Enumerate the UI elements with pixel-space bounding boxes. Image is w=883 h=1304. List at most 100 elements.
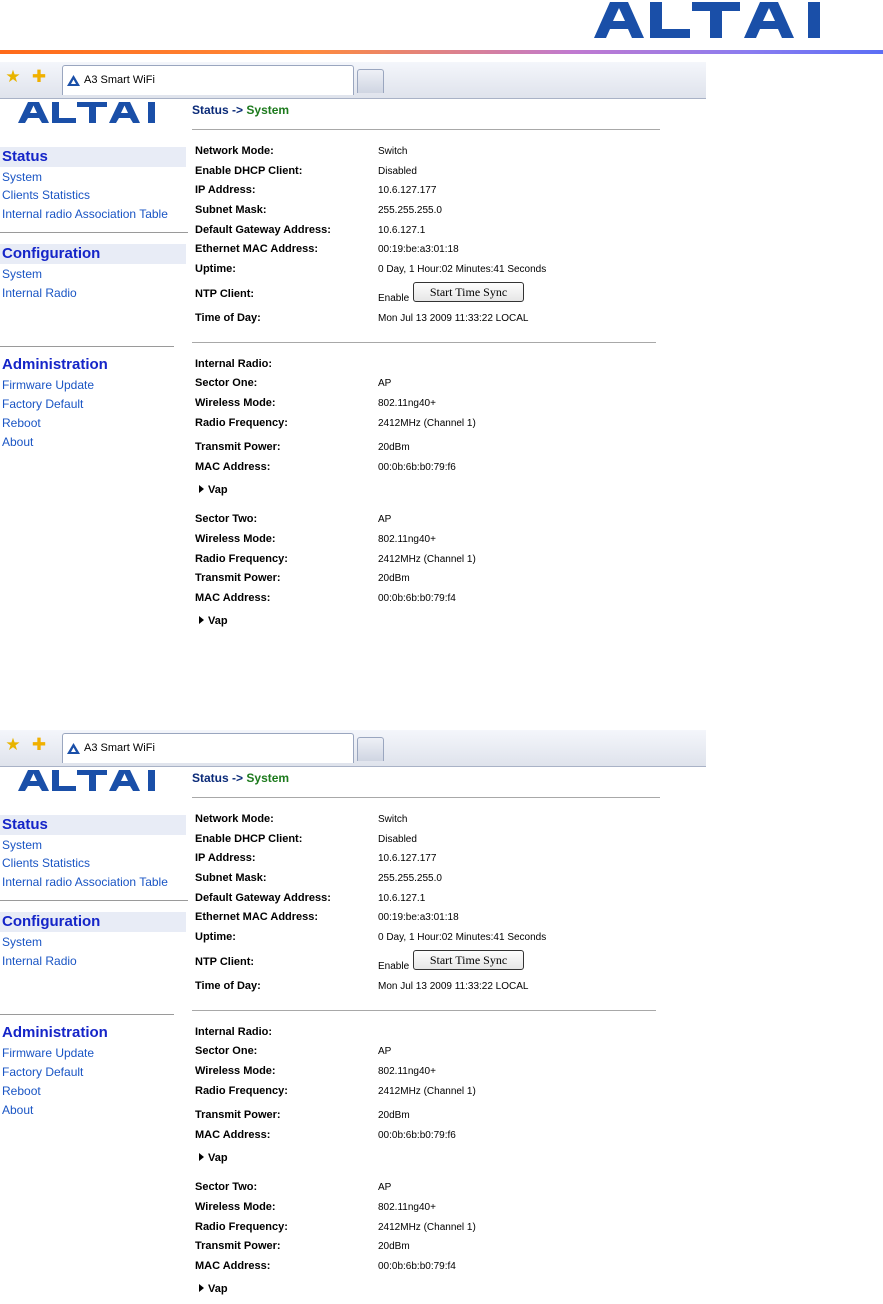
tab-title: A3 Smart WiFi xyxy=(84,742,155,754)
subnet-mask-value: 255.255.255.0 xyxy=(378,873,442,884)
wireless-mode-value: 802.11ng40+ xyxy=(378,1202,436,1213)
internal-radio-heading: Internal Radio: xyxy=(195,1026,273,1038)
sidebar-item-internal-radio[interactable]: Internal Radio xyxy=(2,954,77,968)
gateway-value: 10.6.127.1 xyxy=(378,893,426,904)
transmit-power-value: 20dBm xyxy=(378,1110,410,1121)
breadcrumb: Status -> System xyxy=(192,771,289,785)
altai-favicon-icon xyxy=(67,743,80,754)
expand-arrow-icon xyxy=(199,485,204,493)
ip-address-value: 10.6.127.177 xyxy=(378,185,437,196)
start-time-sync-button[interactable]: Start Time Sync xyxy=(413,950,524,970)
sidebar-item-status-system[interactable]: System xyxy=(2,170,42,184)
transmit-power-value: 20dBm xyxy=(378,1241,410,1252)
new-tab-button[interactable] xyxy=(357,69,384,93)
vap-label: Vap xyxy=(208,484,228,496)
sidebar-item-clients-statistics[interactable]: Clients Statistics xyxy=(2,188,90,202)
sidebar-item-firmware-update[interactable]: Firmware Update xyxy=(2,1046,94,1060)
add-favorite-icon[interactable]: ✚ xyxy=(30,736,48,754)
sidebar-item-firmware-update[interactable]: Firmware Update xyxy=(2,378,94,392)
internal-radio-heading: Internal Radio: xyxy=(195,358,273,370)
sidebar-item-about[interactable]: About xyxy=(2,435,33,449)
vap-expander[interactable]: Vap xyxy=(199,615,228,627)
time-of-day-value: Mon Jul 13 2009 11:33:22 LOCAL xyxy=(378,313,529,324)
sidebar-heading-status: Status xyxy=(0,815,186,835)
gateway-label: Default Gateway Address: xyxy=(195,892,331,904)
content-divider xyxy=(192,129,660,130)
vap-label: Vap xyxy=(208,1152,228,1164)
sidebar-item-internal-radio[interactable]: Internal Radio xyxy=(2,286,77,300)
ethernet-mac-label: Ethernet MAC Address: xyxy=(195,911,319,923)
altai-document-logo xyxy=(594,2,820,38)
sidebar-item-about[interactable]: About xyxy=(2,1103,33,1117)
sidebar-divider xyxy=(0,900,188,901)
expand-arrow-icon xyxy=(199,1153,204,1161)
wireless-mode-value: 802.11ng40+ xyxy=(378,1066,436,1077)
radio-frequency-value: 2412MHz (Channel 1) xyxy=(378,1086,476,1097)
transmit-power-label: Transmit Power: xyxy=(195,441,281,453)
content-divider xyxy=(192,797,660,798)
time-of-day-label: Time of Day: xyxy=(195,312,261,324)
new-tab-button[interactable] xyxy=(357,737,384,761)
dhcp-client-label: Enable DHCP Client: xyxy=(195,165,303,177)
sidebar-item-association-table[interactable]: Internal radio Association Table xyxy=(2,875,168,889)
breadcrumb: Status -> System xyxy=(192,103,289,117)
ntp-client-value: Enable xyxy=(378,293,410,304)
mac-address-value: 00:0b:6b:b0:79:f6 xyxy=(378,462,456,473)
ethernet-mac-label: Ethernet MAC Address: xyxy=(195,243,319,255)
mac-address-label: MAC Address: xyxy=(195,1129,271,1141)
ip-address-value: 10.6.127.177 xyxy=(378,853,437,864)
sector-two-label: Sector Two: xyxy=(195,1181,258,1193)
altai-favicon-icon xyxy=(67,75,80,86)
sector-one-value: AP xyxy=(378,1046,392,1057)
breadcrumb-section: Status xyxy=(192,771,229,785)
breadcrumb-separator: -> xyxy=(232,771,244,785)
mac-address-label: MAC Address: xyxy=(195,461,271,473)
sidebar-heading-administration: Administration xyxy=(2,1024,108,1041)
sidebar-divider xyxy=(0,232,188,233)
start-time-sync-button[interactable]: Start Time Sync xyxy=(413,282,524,302)
browser-tab[interactable]: A3 Smart WiFi xyxy=(62,733,354,763)
network-mode-label: Network Mode: xyxy=(195,813,274,825)
browser-tab-bar: ★ ✚ A3 Smart WiFi xyxy=(0,62,706,99)
sidebar-item-status-system[interactable]: System xyxy=(2,838,42,852)
vap-label: Vap xyxy=(208,1283,228,1295)
subnet-mask-label: Subnet Mask: xyxy=(195,204,267,216)
transmit-power-label: Transmit Power: xyxy=(195,1240,281,1252)
vap-expander[interactable]: Vap xyxy=(199,484,228,496)
browser-tab-bar: ★ ✚ A3 Smart WiFi xyxy=(0,730,706,767)
sidebar-item-factory-default[interactable]: Factory Default xyxy=(2,1065,83,1079)
vap-expander[interactable]: Vap xyxy=(199,1152,228,1164)
favorites-star-icon[interactable]: ★ xyxy=(4,736,22,754)
altai-logo xyxy=(18,770,155,791)
breadcrumb-section: Status xyxy=(192,103,229,117)
radio-frequency-label: Radio Frequency: xyxy=(195,553,288,565)
sidebar-heading-administration: Administration xyxy=(2,356,108,373)
vap-expander[interactable]: Vap xyxy=(199,1283,228,1295)
dhcp-client-value: Disabled xyxy=(378,834,417,845)
radio-frequency-label: Radio Frequency: xyxy=(195,417,288,429)
uptime-label: Uptime: xyxy=(195,931,236,943)
tab-title: A3 Smart WiFi xyxy=(84,74,155,86)
expand-arrow-icon xyxy=(199,1284,204,1292)
favorites-star-icon[interactable]: ★ xyxy=(4,68,22,86)
radio-frequency-value: 2412MHz (Channel 1) xyxy=(378,554,476,565)
sidebar-item-reboot[interactable]: Reboot xyxy=(2,1084,41,1098)
radio-frequency-value: 2412MHz (Channel 1) xyxy=(378,1222,476,1233)
add-favorite-icon[interactable]: ✚ xyxy=(30,68,48,86)
sidebar-divider xyxy=(0,346,174,347)
document-header-rule xyxy=(0,50,883,54)
sidebar-item-clients-statistics[interactable]: Clients Statistics xyxy=(2,856,90,870)
mac-address-value: 00:0b:6b:b0:79:f6 xyxy=(378,1130,456,1141)
screenshot-2: ★ ✚ A3 Smart WiFi Status System Clients … xyxy=(0,730,706,1304)
sidebar-item-association-table[interactable]: Internal radio Association Table xyxy=(2,207,168,221)
wireless-mode-label: Wireless Mode: xyxy=(195,1065,276,1077)
sidebar-item-factory-default[interactable]: Factory Default xyxy=(2,397,83,411)
sidebar-item-config-system[interactable]: System xyxy=(2,935,42,949)
browser-tab[interactable]: A3 Smart WiFi xyxy=(62,65,354,95)
transmit-power-value: 20dBm xyxy=(378,442,410,453)
dhcp-client-label: Enable DHCP Client: xyxy=(195,833,303,845)
sidebar-item-config-system[interactable]: System xyxy=(2,267,42,281)
uptime-value: 0 Day, 1 Hour:02 Minutes:41 Seconds xyxy=(378,932,547,943)
content-divider xyxy=(192,342,656,343)
sidebar-item-reboot[interactable]: Reboot xyxy=(2,416,41,430)
